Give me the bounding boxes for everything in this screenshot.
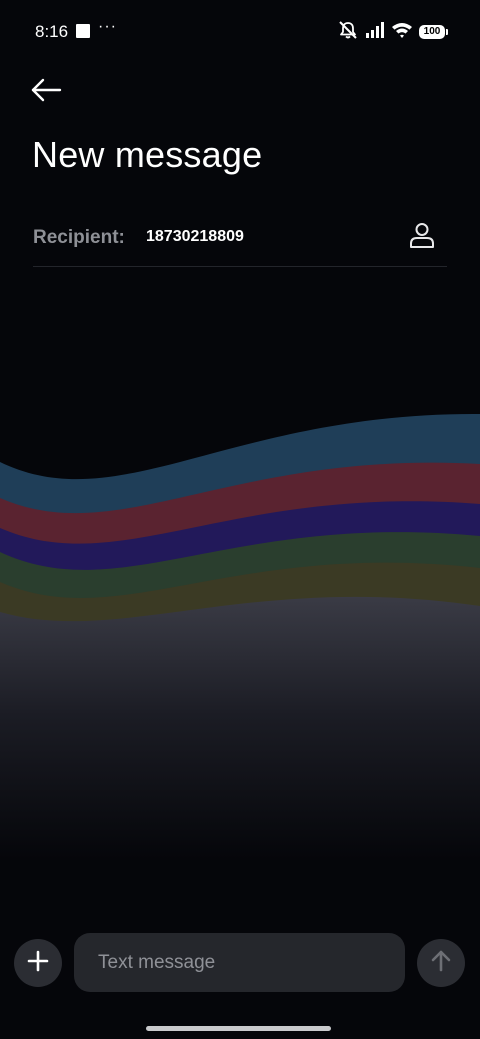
signal-icon — [365, 21, 385, 44]
page-title: New message — [32, 134, 263, 175]
person-icon — [408, 221, 436, 254]
choose-contact-button[interactable] — [405, 220, 439, 254]
recipient-number[interactable]: 18730218809 — [146, 228, 244, 246]
square-notification-icon — [76, 24, 90, 38]
recipient-label: Recipient: — [33, 227, 125, 248]
composer-bar — [0, 928, 480, 998]
back-button[interactable] — [26, 72, 66, 112]
send-button[interactable] — [417, 939, 465, 987]
status-bar: 8:16 ··· 100 — [0, 0, 480, 64]
home-indicator[interactable] — [146, 1026, 331, 1031]
battery-icon: 100 — [419, 25, 448, 39]
arrow-left-icon — [30, 78, 62, 107]
status-icons: 100 — [337, 20, 448, 45]
recipient-field[interactable]: Recipient: 18730218809 — [33, 212, 447, 267]
mute-icon — [337, 20, 359, 45]
message-input[interactable] — [74, 933, 405, 992]
more-notifications-indicator: ··· — [98, 18, 117, 35]
wave-background-decoration — [0, 413, 480, 860]
plus-icon — [27, 950, 49, 977]
wifi-icon — [391, 21, 413, 44]
add-attachment-button[interactable] — [14, 939, 62, 987]
status-time: 8:16 — [35, 22, 69, 41]
arrow-up-icon — [430, 949, 452, 978]
